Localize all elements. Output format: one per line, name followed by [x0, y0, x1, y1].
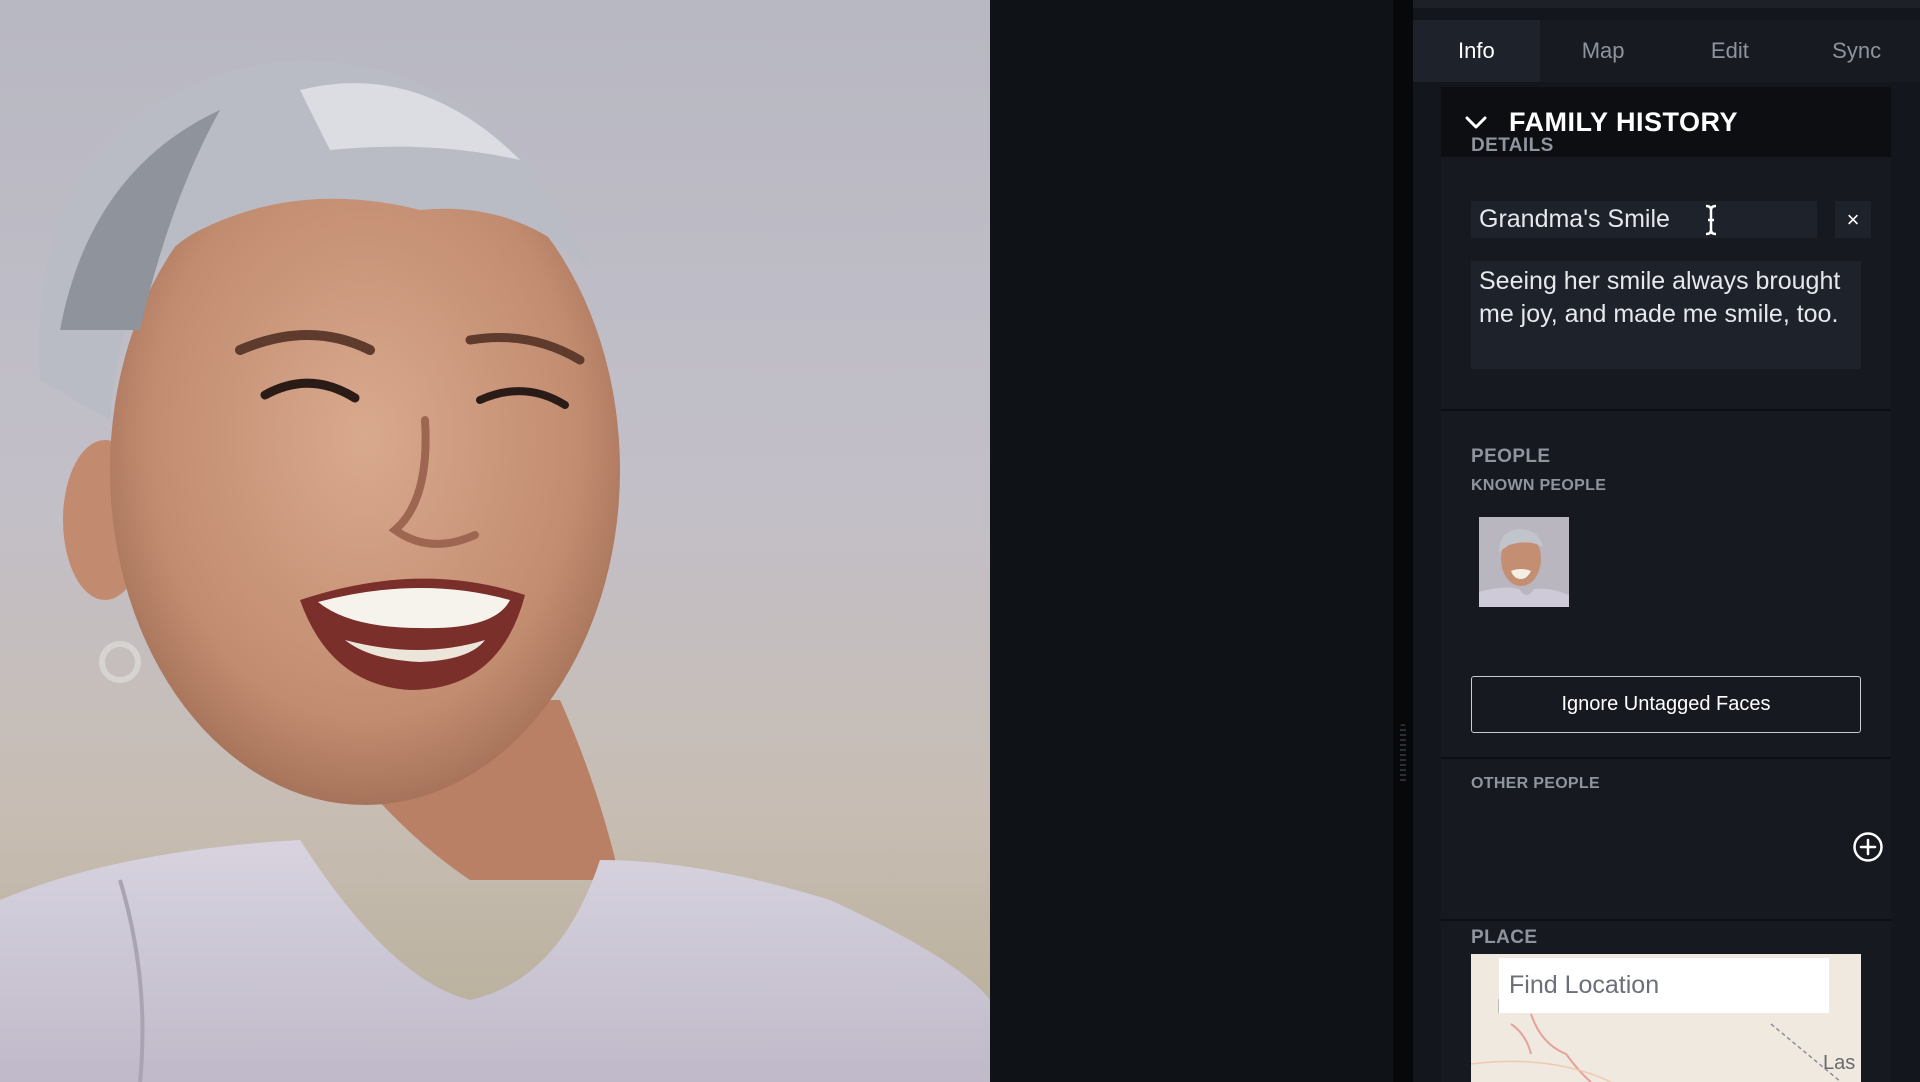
known-people-label: KNOWN PEOPLE: [1471, 477, 1607, 494]
people-label: PEOPLE: [1471, 446, 1551, 467]
panel-top-border: [1413, 0, 1920, 8]
tab-edit[interactable]: Edit: [1667, 20, 1794, 82]
map-label-city: Las: [1823, 1052, 1856, 1074]
tab-info[interactable]: Info: [1413, 20, 1540, 82]
photo-viewer[interactable]: [0, 0, 990, 1082]
details-label: DETAILS: [1471, 135, 1554, 156]
ignore-untagged-faces-button[interactable]: Ignore Untagged Faces: [1471, 676, 1861, 733]
panel-tabs: Info Map Edit Sync: [1413, 20, 1920, 82]
other-people-label: OTHER PEOPLE: [1471, 775, 1600, 792]
resize-handle[interactable]: [1400, 724, 1406, 784]
info-panel: Info Map Edit Sync FAMILY HISTORY DETAIL…: [1413, 0, 1920, 1082]
panel-divider[interactable]: [1393, 0, 1413, 1082]
clear-title-button[interactable]: ×: [1835, 201, 1871, 238]
section-title: FAMILY HISTORY: [1509, 106, 1739, 137]
description-field[interactable]: Seeing her smile always brought me joy, …: [1471, 261, 1861, 369]
divider: [1441, 919, 1891, 921]
add-person-icon[interactable]: [1852, 831, 1884, 863]
location-map[interactable]: Fresno Las Find Location: [1471, 954, 1861, 1082]
tab-sync[interactable]: Sync: [1793, 20, 1920, 82]
tab-map[interactable]: Map: [1540, 20, 1667, 82]
family-history-content: DETAILS × Seeing her smile always brough…: [1441, 135, 1891, 1082]
text-cursor-icon: [1705, 204, 1717, 236]
known-person-face[interactable]: [1479, 517, 1569, 607]
place-label: PLACE: [1471, 927, 1538, 948]
divider: [1441, 409, 1891, 411]
portrait-photo: [0, 61, 990, 1082]
title-field[interactable]: [1471, 201, 1817, 238]
viewer-background: [990, 0, 1393, 1082]
divider: [1441, 757, 1891, 759]
find-location-input[interactable]: Find Location: [1499, 958, 1829, 1013]
chevron-down-icon[interactable]: [1463, 108, 1491, 136]
